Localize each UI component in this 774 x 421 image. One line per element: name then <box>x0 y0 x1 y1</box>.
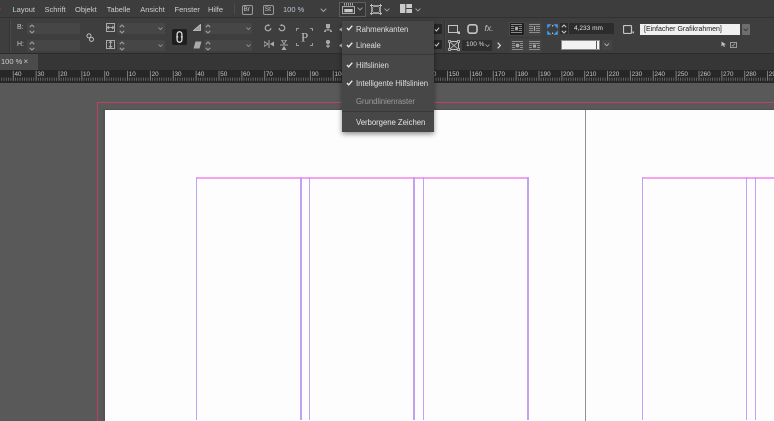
svg-text:P: P <box>301 29 308 44</box>
